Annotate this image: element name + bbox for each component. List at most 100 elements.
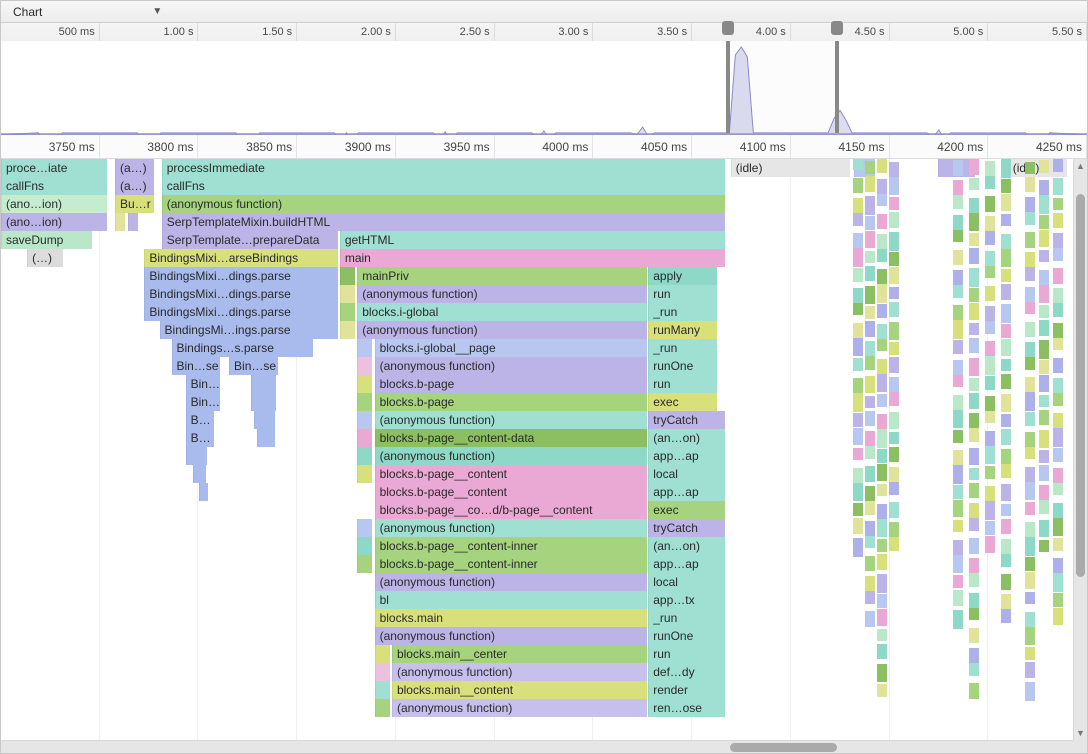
flame-frame[interactable]: def…dy	[648, 663, 725, 681]
flame-frame[interactable]: run	[648, 375, 716, 393]
scroll-down-icon[interactable]: ▼	[1074, 726, 1087, 740]
flame-frame[interactable]: SerpTemplate…prepareData	[162, 231, 338, 249]
flame-frame[interactable]	[357, 555, 372, 573]
flame-frame[interactable]	[115, 213, 125, 231]
flame-frame[interactable]: (…)	[27, 249, 63, 267]
flame-frame[interactable]: processImmediate	[162, 159, 726, 177]
flame-frame[interactable]: blocks.i-global	[357, 303, 647, 321]
flame-frame[interactable]	[254, 411, 275, 429]
flame-frame[interactable]: (an…on)	[648, 429, 725, 447]
flame-frame[interactable]: run	[648, 645, 725, 663]
flame-ruler[interactable]: 3750 ms3800 ms3850 ms3900 ms3950 ms4000 …	[1, 135, 1087, 159]
flame-frame[interactable]: (anonymous function)	[357, 285, 647, 303]
flame-frame[interactable]: apply	[648, 267, 716, 285]
flame-frame[interactable]: runOne	[648, 627, 725, 645]
flame-frame[interactable]	[357, 447, 372, 465]
flame-frame[interactable]	[251, 375, 276, 393]
flame-frame[interactable]: _run	[648, 339, 716, 357]
flame-frame[interactable]	[938, 159, 975, 177]
flame-frame[interactable]: callFns	[162, 177, 726, 195]
flame-frame[interactable]: getHTML	[340, 231, 726, 249]
flame-frame[interactable]: local	[648, 465, 725, 483]
flame-frame[interactable]: (anonymous function)	[375, 519, 648, 537]
flame-frame[interactable]: blocks.main__center	[392, 645, 647, 663]
flame-frame[interactable]	[340, 321, 355, 339]
flame-chart[interactable]: proce…iate(a…)processImmediate(idle)(idl…	[1, 159, 1087, 754]
view-mode-dropdown[interactable]: Chart ▼	[7, 3, 168, 21]
flame-frame[interactable]: Bin…se	[186, 375, 221, 393]
flame-frame[interactable]: BindingsMixi…dings.parse	[144, 267, 337, 285]
flame-frame[interactable]: blocks.main	[375, 609, 648, 627]
flame-frame[interactable]: bl	[375, 591, 648, 609]
flame-frame[interactable]: BindingsMixi…arseBindings	[144, 249, 337, 267]
flame-frame[interactable]: Bindings…s.parse	[172, 339, 313, 357]
flame-frame[interactable]: blocks.b-page__content	[375, 465, 648, 483]
flame-frame[interactable]: callFns	[1, 177, 107, 195]
flame-frame[interactable]	[375, 663, 390, 681]
flame-frame[interactable]	[199, 483, 208, 501]
flame-frame[interactable]: ren…ose	[648, 699, 725, 717]
flame-frame[interactable]: _run	[648, 303, 716, 321]
flame-frame[interactable]: (ano…ion)	[1, 195, 107, 213]
flame-frame[interactable]: blocks.b-page__content-inner	[375, 555, 648, 573]
flame-frame[interactable]: (anonymous function)	[392, 663, 647, 681]
flame-frame[interactable]: blocks.b-page	[375, 375, 648, 393]
flame-frame[interactable]: app…ap	[648, 483, 725, 501]
flame-frame[interactable]	[186, 447, 208, 465]
horizontal-scrollbar[interactable]	[1, 740, 1073, 754]
overview-selection[interactable]	[726, 41, 839, 133]
overview-strip[interactable]: 500 ms1.00 s1.50 s2.00 s2.50 s3.00 s3.50…	[1, 23, 1087, 135]
flame-frame[interactable]	[357, 393, 372, 411]
flame-frame[interactable]: app…tx	[648, 591, 725, 609]
flame-frame[interactable]: main	[340, 249, 726, 267]
flame-frame[interactable]: tryCatch	[648, 519, 725, 537]
flame-frame[interactable]: blocks.b-page__co…d/b-page__content	[375, 501, 648, 519]
flame-frame[interactable]: _run	[648, 609, 725, 627]
flame-frame[interactable]: app…ap	[648, 555, 725, 573]
flame-frame[interactable]: BindingsMixi…dings.parse	[144, 303, 337, 321]
flame-frame[interactable]	[357, 357, 372, 375]
flame-frame[interactable]: exec	[648, 393, 716, 411]
flame-frame[interactable]	[375, 645, 390, 663]
flame-frame[interactable]	[357, 339, 372, 357]
flame-frame[interactable]: proce…iate	[1, 159, 107, 177]
flame-frame[interactable]: B…	[186, 411, 214, 429]
flame-frame[interactable]	[340, 303, 355, 321]
flame-frame[interactable]: blocks.b-page__content-data	[375, 429, 648, 447]
flame-frame[interactable]	[257, 429, 274, 447]
flame-frame[interactable]	[375, 681, 390, 699]
scroll-thumb-horizontal[interactable]	[730, 743, 837, 752]
flame-frame[interactable]: runOne	[648, 357, 716, 375]
flame-frame[interactable]	[357, 465, 372, 483]
flame-frame[interactable]	[357, 519, 372, 537]
flame-frame[interactable]: saveDump	[1, 231, 92, 249]
flame-frame[interactable]: Bin…se	[186, 393, 221, 411]
flame-frame[interactable]: blocks.main__content	[392, 681, 647, 699]
flame-frame[interactable]: BindingsMixi…dings.parse	[144, 285, 337, 303]
flame-frame[interactable]: (a…)	[115, 159, 154, 177]
flame-frame[interactable]	[854, 159, 876, 177]
flame-frame[interactable]	[357, 411, 372, 429]
flame-frame[interactable]	[357, 375, 372, 393]
flame-frame[interactable]	[128, 213, 138, 231]
flame-frame[interactable]: (anonymous function)	[375, 573, 648, 591]
flame-frame[interactable]: (a…)	[115, 177, 154, 195]
flame-frame[interactable]: runMany	[648, 321, 716, 339]
flame-frame[interactable]: mainPriv	[357, 267, 647, 285]
scroll-up-icon[interactable]: ▲	[1074, 159, 1087, 173]
flame-frame[interactable]	[251, 393, 276, 411]
flame-frame[interactable]: B…	[186, 429, 214, 447]
flame-frame[interactable]	[357, 429, 372, 447]
scroll-thumb-vertical[interactable]	[1076, 194, 1085, 577]
flame-frame[interactable]: (anonymous function)	[375, 411, 648, 429]
flame-chart-area[interactable]: proce…iate(a…)processImmediate(idle)(idl…	[1, 159, 1087, 754]
flame-frame[interactable]: SerpTemplateMixin.buildHTML	[162, 213, 726, 231]
flame-frame[interactable]: render	[648, 681, 725, 699]
flame-frame[interactable]: BindingsMi…ings.parse	[160, 321, 338, 339]
flame-frame[interactable]: (anonymous function)	[392, 699, 647, 717]
flame-frame[interactable]: (anonymous function)	[162, 195, 726, 213]
flame-frame[interactable]: blocks.i-global__page	[375, 339, 648, 357]
flame-frame[interactable]: (an…on)	[648, 537, 725, 555]
flame-frame[interactable]	[340, 267, 355, 285]
flame-frame[interactable]: (anonymous function)	[375, 357, 648, 375]
